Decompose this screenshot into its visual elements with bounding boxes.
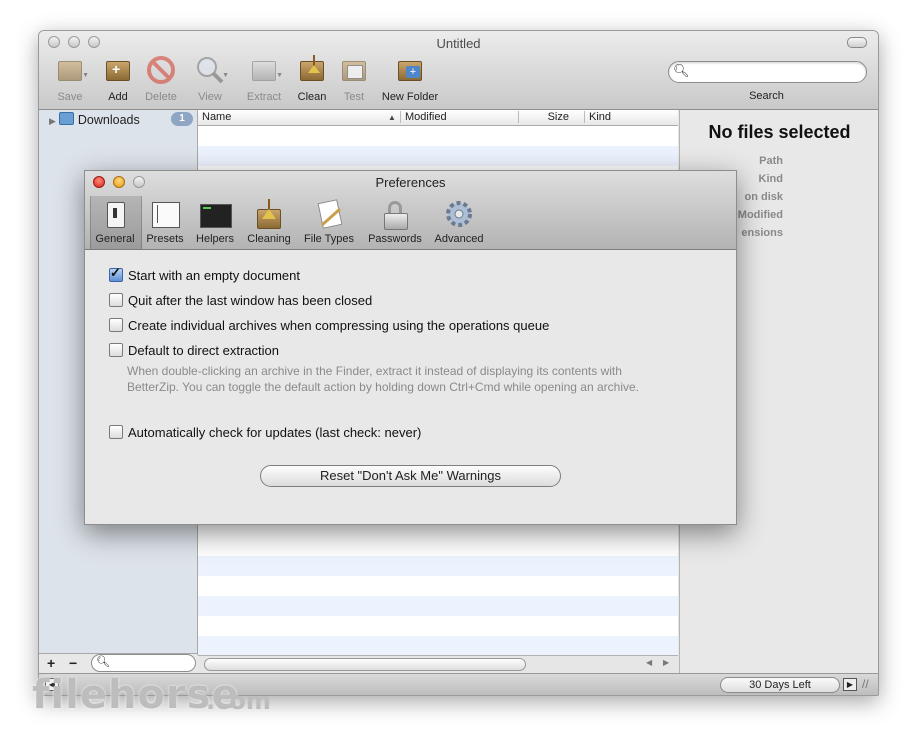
test-button[interactable]: Test bbox=[326, 55, 382, 103]
preferences-toolbar: Preferences General Presets Helpers Clea… bbox=[85, 171, 736, 250]
hint-line: BetterZip. You can toggle the default ac… bbox=[127, 380, 639, 394]
terminal-icon bbox=[200, 199, 232, 229]
reset-warnings-button[interactable]: Reset "Don't Ask Me" Warnings bbox=[260, 465, 561, 487]
option-label: Create individual archives when compress… bbox=[128, 318, 550, 333]
delete-button[interactable]: Delete bbox=[133, 55, 189, 103]
preferences-window: Preferences General Presets Helpers Clea… bbox=[84, 170, 737, 525]
option-direct-extraction[interactable]: Default to direct extraction bbox=[109, 343, 279, 358]
toggle-info-icon[interactable]: ▶ bbox=[843, 678, 857, 691]
broom-icon bbox=[254, 199, 284, 229]
clean-broom-icon bbox=[297, 55, 327, 85]
delete-icon bbox=[146, 55, 176, 85]
search-icon: 🔍︎ bbox=[673, 63, 690, 78]
switch-icon bbox=[100, 199, 130, 229]
tab-label: Helpers bbox=[196, 233, 234, 245]
view-label: View bbox=[198, 91, 222, 103]
file-types-icon bbox=[314, 199, 344, 229]
hint-line: When double-clicking an archive in the F… bbox=[127, 364, 622, 378]
toolbar: Untitled ▼ Save + Add Delete ▼ View ▼ Ex… bbox=[39, 31, 878, 110]
count-badge: 1 bbox=[171, 112, 193, 126]
sidebar-item-label: Downloads bbox=[77, 113, 140, 127]
option-label: Start with an empty document bbox=[128, 268, 300, 283]
tab-cleaning[interactable]: Cleaning bbox=[243, 199, 295, 245]
checkbox[interactable] bbox=[109, 343, 123, 357]
column-header: Name ▲ Modified Size Kind bbox=[198, 110, 678, 126]
checkbox[interactable] bbox=[109, 293, 123, 307]
padlock-icon bbox=[380, 199, 410, 230]
tab-general[interactable]: General bbox=[92, 199, 138, 245]
toolbar-toggle-button[interactable] bbox=[847, 37, 867, 48]
archive-save-icon: ▼ bbox=[55, 55, 89, 85]
tab-advanced[interactable]: Advanced bbox=[431, 199, 487, 245]
tab-label: File Types bbox=[304, 233, 354, 245]
add-location-button[interactable]: + bbox=[47, 655, 55, 671]
info-label-path: Path bbox=[759, 155, 783, 167]
checkbox-checked[interactable] bbox=[109, 265, 123, 282]
checkbox[interactable] bbox=[109, 425, 123, 439]
gear-icon bbox=[444, 199, 474, 229]
tab-label: General bbox=[95, 233, 135, 245]
option-individual-archives[interactable]: Create individual archives when compress… bbox=[109, 318, 549, 333]
tab-file-types[interactable]: File Types bbox=[299, 199, 359, 245]
folder-icon bbox=[59, 112, 75, 125]
table-row bbox=[198, 596, 678, 616]
new-folder-icon: + bbox=[395, 55, 425, 85]
option-label: Default to direct extraction bbox=[128, 343, 280, 358]
tab-passwords[interactable]: Passwords bbox=[364, 199, 426, 245]
tab-helpers[interactable]: Helpers bbox=[191, 199, 239, 245]
search-icon: 🔍︎ bbox=[96, 656, 110, 668]
sort-ascending-icon: ▲ bbox=[388, 113, 396, 122]
new-folder-label: New Folder bbox=[381, 91, 439, 103]
sidebar-bottom-bar: + − 🔍︎ bbox=[39, 653, 197, 674]
info-label-kind: Kind bbox=[758, 173, 783, 185]
option-quit-after-last-window[interactable]: Quit after the last window has been clos… bbox=[109, 293, 372, 308]
remove-location-button[interactable]: − bbox=[69, 655, 77, 671]
sidebar-item-downloads[interactable]: ▶ Downloads bbox=[49, 112, 140, 127]
table-row bbox=[198, 146, 678, 166]
option-empty-document[interactable]: Start with an empty document bbox=[109, 265, 300, 283]
tab-presets[interactable]: Presets bbox=[143, 199, 187, 245]
tab-label: Presets bbox=[146, 233, 184, 245]
table-row bbox=[198, 636, 678, 656]
test-icon bbox=[339, 55, 369, 85]
sidebar-filter-input[interactable]: 🔍︎ bbox=[91, 654, 196, 672]
option-label: Automatically check for updates (last ch… bbox=[128, 425, 422, 440]
tab-label: Cleaning bbox=[247, 233, 291, 245]
tab-label: Passwords bbox=[368, 233, 422, 245]
checkbox[interactable] bbox=[109, 318, 123, 332]
resize-grip-icon[interactable]: // bbox=[862, 677, 869, 691]
view-magnifier-icon: ▼ bbox=[195, 55, 229, 85]
window-title: Untitled bbox=[436, 36, 481, 51]
column-kind[interactable]: Kind bbox=[584, 111, 611, 123]
scrollbar-thumb[interactable] bbox=[204, 658, 526, 671]
column-name[interactable]: Name bbox=[202, 111, 231, 123]
extract-icon: ▼ bbox=[249, 55, 283, 85]
info-title: No files selected bbox=[708, 122, 851, 142]
view-button[interactable]: ▼ View bbox=[182, 55, 238, 103]
scroll-right-icon[interactable]: ▶ bbox=[663, 658, 669, 667]
info-label-dimensions: ensions bbox=[741, 227, 783, 239]
horizontal-scrollbar[interactable]: ◀ ▶ bbox=[198, 655, 678, 674]
info-label-size-on-disk: on disk bbox=[744, 191, 783, 203]
trial-days-button[interactable]: 30 Days Left bbox=[720, 677, 840, 693]
column-size[interactable]: Size bbox=[518, 111, 579, 123]
option-label: Quit after the last window has been clos… bbox=[128, 293, 373, 308]
archive-add-icon: + bbox=[103, 55, 133, 85]
tab-label: Advanced bbox=[434, 233, 484, 245]
preferences-title: Preferences bbox=[375, 175, 446, 190]
disclosure-triangle-icon[interactable]: ▶ bbox=[49, 116, 56, 126]
search-label: Search bbox=[749, 90, 784, 102]
search-input[interactable]: 🔍︎ bbox=[668, 61, 867, 83]
new-folder-button[interactable]: + New Folder bbox=[375, 55, 445, 103]
test-label: Test bbox=[343, 91, 365, 103]
watermark-suffix: .com bbox=[206, 687, 271, 715]
option-check-updates[interactable]: Automatically check for updates (last ch… bbox=[109, 425, 421, 440]
column-modified[interactable]: Modified bbox=[400, 111, 447, 123]
delete-label: Delete bbox=[145, 91, 177, 103]
info-label-modified: Modified bbox=[737, 209, 783, 221]
presets-icon bbox=[150, 199, 180, 229]
scroll-left-icon[interactable]: ◀ bbox=[646, 658, 652, 667]
table-row bbox=[198, 556, 678, 576]
direct-extraction-hint: When double-clicking an archive in the F… bbox=[127, 363, 717, 395]
